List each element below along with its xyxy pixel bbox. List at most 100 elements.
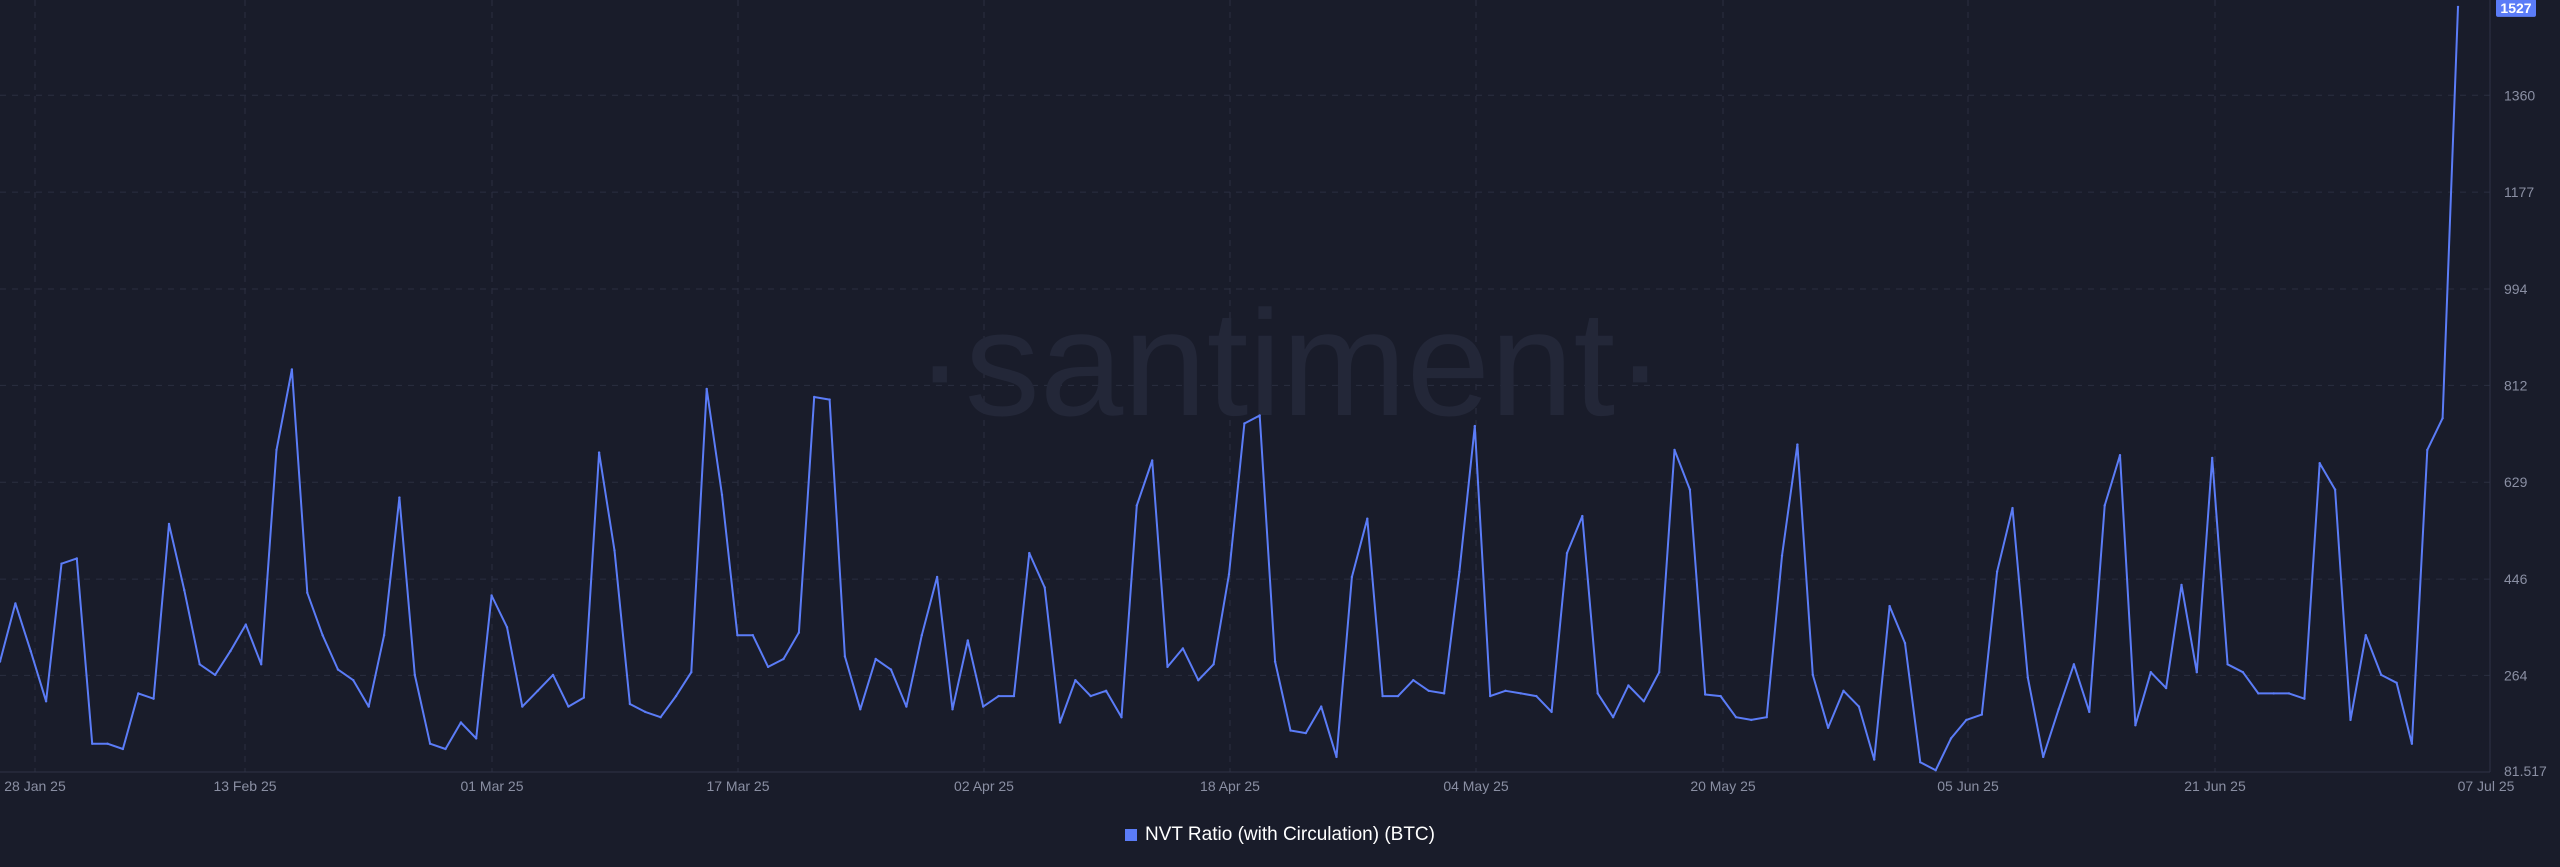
data-point <box>321 634 324 637</box>
data-point <box>2180 583 2183 587</box>
data-point <box>674 694 678 698</box>
data-point <box>1596 692 1599 695</box>
data-point <box>275 448 278 452</box>
data-point <box>1012 694 1016 698</box>
data-point <box>2272 692 2275 695</box>
data-point <box>413 673 416 677</box>
data-point <box>167 522 171 526</box>
data-point <box>1780 554 1784 557</box>
data-point <box>1442 692 1446 695</box>
data-point <box>213 673 217 677</box>
data-point <box>1550 710 1553 714</box>
data-point <box>2426 448 2429 452</box>
data-point <box>398 496 401 499</box>
data-point <box>1934 769 1937 772</box>
data-point <box>1458 570 1461 573</box>
data-point <box>60 562 63 565</box>
data-point <box>2241 671 2245 674</box>
y-tick-label: 1360 <box>2504 87 2535 103</box>
data-point <box>766 665 770 669</box>
data-point <box>1489 694 1492 698</box>
data-point <box>260 663 263 666</box>
data-point <box>75 557 79 560</box>
data-point <box>44 700 48 703</box>
data-point <box>1903 641 1907 645</box>
y-tick-label: 994 <box>2504 281 2528 297</box>
data-point <box>659 716 662 719</box>
data-point <box>290 368 294 371</box>
data-point <box>1734 716 1738 719</box>
data-point <box>2364 634 2367 637</box>
data-point <box>1888 604 1891 608</box>
data-point <box>1919 761 1922 764</box>
data-point <box>2257 692 2260 695</box>
data-point <box>121 747 125 751</box>
data-point <box>920 634 923 637</box>
data-point <box>567 705 570 708</box>
data-point <box>198 663 201 666</box>
data-point <box>2441 417 2444 420</box>
data-point <box>1565 551 1569 555</box>
data-point <box>1750 718 1753 722</box>
data-point <box>2395 681 2398 684</box>
data-point <box>1258 414 1261 417</box>
data-point <box>1074 679 1077 682</box>
data-point <box>2211 456 2214 460</box>
data-point <box>29 649 32 653</box>
data-point <box>2134 724 2137 727</box>
data-point <box>1857 705 1861 708</box>
data-point <box>1627 684 1630 687</box>
data-point <box>597 451 601 454</box>
data-point <box>1842 689 1845 692</box>
data-point <box>1995 570 1999 573</box>
legend-swatch <box>1125 829 1137 841</box>
data-point <box>628 702 632 706</box>
data-point <box>2456 5 2460 9</box>
data-point <box>1581 514 1584 518</box>
data-point <box>905 705 908 708</box>
data-point <box>966 639 969 642</box>
data-point <box>2011 506 2014 510</box>
data-point <box>1427 689 1430 692</box>
data-point <box>1104 689 1108 692</box>
nvt-ratio-chart: ·santiment· 81.517 264 446 629 812 994 1177 136… <box>0 0 2547 794</box>
data-point <box>1412 679 1415 682</box>
x-tick-label: 07 Jul 25 <box>2458 778 2515 794</box>
data-point <box>751 634 754 637</box>
data-point <box>2149 671 2152 674</box>
data-point <box>1289 729 1292 732</box>
data-point <box>428 742 432 745</box>
data-point <box>152 697 155 700</box>
data-point <box>813 395 816 399</box>
data-point <box>2088 710 2091 714</box>
chart-legend[interactable]: NVT Ratio (with Circulation) (BTC) <box>0 820 2560 850</box>
data-point <box>1381 694 1384 698</box>
data-point <box>1320 705 1323 708</box>
data-point <box>352 679 355 682</box>
data-point <box>843 655 847 658</box>
data-point <box>1611 716 1615 719</box>
y-tick-label: 812 <box>2504 377 2528 393</box>
data-point <box>1519 692 1523 695</box>
data-point <box>613 549 616 552</box>
data-point <box>2333 488 2337 491</box>
data-point <box>2103 504 2106 507</box>
data-point <box>1043 586 1046 589</box>
data-point <box>935 575 939 579</box>
data-point <box>1873 758 1876 761</box>
data-point <box>2072 663 2076 666</box>
x-tick-label: 18 Apr 25 <box>1200 778 1260 794</box>
data-point <box>1197 679 1200 682</box>
last-value-badge: 1527 <box>2496 0 2536 17</box>
data-point <box>1151 459 1154 462</box>
data-point <box>1965 718 1968 722</box>
data-point <box>1811 673 1815 677</box>
x-tick-label: 13 Feb 25 <box>213 778 276 794</box>
x-tick-label: 01 Mar 25 <box>460 778 523 794</box>
data-point <box>1243 422 1246 425</box>
data-point <box>782 657 785 661</box>
data-point <box>183 589 186 592</box>
data-point <box>1504 689 1507 692</box>
data-point <box>137 692 140 695</box>
data-point <box>951 708 954 711</box>
